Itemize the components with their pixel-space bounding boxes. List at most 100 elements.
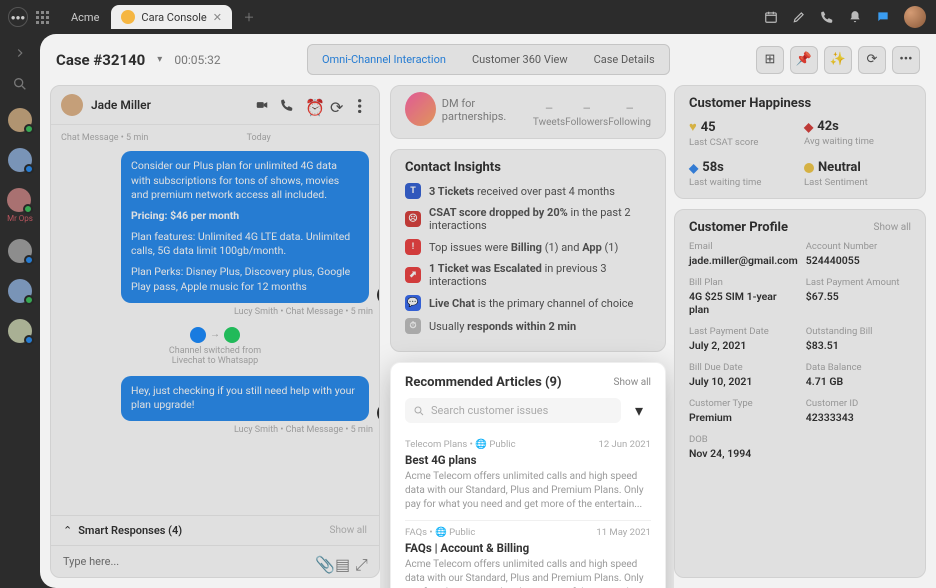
- close-tab-icon[interactable]: ✕: [213, 11, 222, 24]
- smart-showall[interactable]: Show all: [330, 525, 367, 536]
- happiness-title: Customer Happiness: [689, 96, 911, 111]
- metric-csat: ♥45Last CSAT score: [689, 119, 796, 148]
- agent-message-1: Consider our Plus plan for unlimited 4G …: [121, 151, 369, 303]
- tool-wand-icon[interactable]: ✨: [824, 46, 852, 74]
- field-account: Account Number524440055: [806, 241, 911, 267]
- rail-contact-1[interactable]: [8, 108, 32, 132]
- rail-selected-label: Mr Ops: [7, 214, 33, 223]
- article-2[interactable]: FAQs • 🌐 Public11 May 2021 FAQs | Accoun…: [405, 521, 651, 588]
- tool-refresh-icon[interactable]: ⟳: [858, 46, 886, 74]
- browser-tabstrip: ●●● Acme Cara Console ✕ ＋: [0, 0, 936, 34]
- rail-contact-2[interactable]: [8, 148, 32, 172]
- expand-icon[interactable]: ⤢: [355, 555, 369, 569]
- case-dropdown-icon[interactable]: ▾: [157, 54, 162, 65]
- search-icon[interactable]: [12, 76, 28, 92]
- field-outstanding: Outstanding Bill$83.51: [806, 326, 911, 352]
- following-stat: —Following: [608, 104, 651, 128]
- social-avatar: [405, 92, 436, 126]
- followers-stat: —Followers: [565, 104, 608, 128]
- article-1[interactable]: Telecom Plans • 🌐 Public12 Jun 2021 Best…: [405, 433, 651, 521]
- field-customer-type: Customer TypePremium: [689, 398, 798, 424]
- bell-icon[interactable]: [848, 10, 862, 24]
- chat-panel: Jade Miller ⏰ ⟳ ••• Chat Message • 5 min…: [50, 85, 380, 578]
- call-icon[interactable]: [280, 98, 294, 112]
- case-header: Case #32140 ▾ 00:05:32 Omni-Channel Inte…: [40, 34, 936, 85]
- tab-avatar: [121, 10, 135, 24]
- view-tabs: Omni-Channel Interaction Customer 360 Vi…: [307, 44, 670, 75]
- chevron-up-icon: ⌃: [63, 524, 72, 537]
- message-composer: 📎 ▤ ⤢: [51, 545, 379, 577]
- filter-icon[interactable]: ▾: [627, 399, 651, 423]
- metric-avg-wait: ◆42sAvg waiting time: [804, 119, 911, 148]
- escalation-badge-icon: ⬈: [405, 267, 421, 283]
- smart-responses-bar[interactable]: ⌃ Smart Responses (4) Show all: [51, 515, 379, 545]
- chat-meta: Chat Message • 5 min: [61, 133, 148, 143]
- reco-title: Recommended Articles (9): [405, 375, 562, 390]
- tab-c360[interactable]: Customer 360 View: [462, 49, 578, 70]
- social-card: DM for partnerships. —Tweets —Followers …: [390, 85, 666, 139]
- insights-title: Contact Insights: [405, 160, 651, 175]
- profile-showall[interactable]: Show all: [874, 222, 911, 233]
- reco-showall[interactable]: Show all: [614, 377, 651, 388]
- apps-grid-icon[interactable]: [36, 11, 49, 24]
- csat-badge-icon: ☹: [405, 211, 421, 227]
- message-input[interactable]: [61, 554, 309, 569]
- field-bill-due: Bill Due DateJuly 10, 2021: [689, 362, 798, 388]
- tool-layout-icon[interactable]: ⊞: [756, 46, 784, 74]
- reco-search-input[interactable]: Search customer issues: [405, 398, 621, 423]
- user-avatar[interactable]: [904, 6, 926, 28]
- tab-title: Cara Console: [141, 11, 206, 24]
- expand-rail-icon[interactable]: [13, 46, 27, 60]
- messenger-icon: [190, 327, 206, 343]
- rail-contact-4[interactable]: [8, 239, 32, 263]
- phone-icon[interactable]: [820, 10, 834, 24]
- tool-more-icon[interactable]: •••: [892, 46, 920, 74]
- field-last-payment-amt: Last Payment Amount$67.55: [806, 277, 911, 316]
- rail-contact-3[interactable]: [7, 188, 31, 212]
- active-tab[interactable]: Cara Console ✕: [111, 5, 232, 29]
- refresh-icon[interactable]: ⟳: [330, 98, 344, 112]
- tab-omni[interactable]: Omni-Channel Interaction: [312, 49, 456, 70]
- metric-sentiment: NeutralLast Sentiment: [804, 160, 911, 188]
- response-badge-icon: ⏱: [405, 318, 421, 334]
- arrow-right-icon: →: [210, 329, 220, 340]
- contact-name: Jade Miller: [91, 98, 244, 112]
- new-tab-button[interactable]: ＋: [238, 6, 260, 28]
- tab-details[interactable]: Case Details: [584, 49, 665, 70]
- message-author-2: Lucy Smith • Chat Message • 5 min: [61, 425, 373, 435]
- attach-icon[interactable]: 📎: [315, 555, 329, 569]
- case-timer: 00:05:32: [174, 53, 220, 67]
- edit-icon[interactable]: [792, 10, 806, 24]
- workspace-tab[interactable]: Acme: [59, 7, 111, 28]
- search-icon: [413, 405, 425, 417]
- alarm-icon[interactable]: ⏰: [305, 98, 319, 112]
- field-dob: DOBNov 24, 1994: [689, 434, 798, 460]
- field-last-payment-date: Last Payment DateJuly 2, 2021: [689, 326, 798, 352]
- template-icon[interactable]: ▤: [335, 555, 349, 569]
- customer-happiness-card: Customer Happiness ♥45Last CSAT score ◆4…: [674, 85, 926, 199]
- tool-pin-icon[interactable]: 📌: [790, 46, 818, 74]
- profile-title: Customer Profile: [689, 220, 788, 235]
- chat-icon[interactable]: [876, 10, 890, 24]
- contact-avatar[interactable]: [61, 94, 83, 116]
- agent-avatar: [377, 403, 379, 423]
- ticket-badge-icon: T: [405, 183, 421, 199]
- left-rail: Mr Ops: [0, 34, 40, 588]
- rail-contact-5[interactable]: [8, 279, 32, 303]
- customer-profile-card: Customer Profile Show all Emailjade.mill…: [674, 209, 926, 578]
- field-data-balance: Data Balance4.71 GB: [806, 362, 911, 388]
- chat-today: Today: [247, 133, 271, 143]
- recommended-articles-card: Recommended Articles (9) Show all Search…: [390, 362, 666, 588]
- issues-badge-icon: !: [405, 239, 421, 255]
- calendar-icon[interactable]: [764, 10, 778, 24]
- channel-badge-icon: 💬: [405, 295, 421, 311]
- metric-last-wait: ◆58sLast waiting time: [689, 160, 796, 188]
- message-author-1: Lucy Smith • Chat Message • 5 min: [61, 307, 373, 317]
- rail-contact-6[interactable]: [8, 319, 32, 343]
- agent-message-2: Hey, just checking if you still need hel…: [121, 376, 369, 421]
- agent-avatar: [377, 285, 379, 305]
- more-icon[interactable]: •••: [355, 98, 369, 112]
- field-customer-id: Customer ID42333343: [806, 398, 911, 424]
- video-icon[interactable]: [255, 98, 269, 112]
- app-logo[interactable]: ●●●: [8, 7, 28, 27]
